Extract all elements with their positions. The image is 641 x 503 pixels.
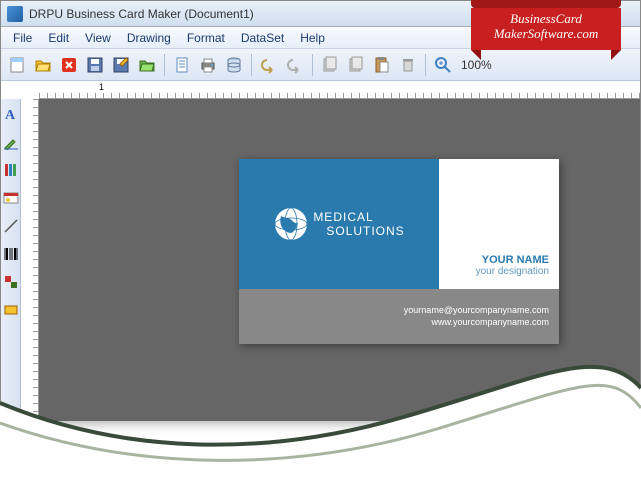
print-button[interactable]	[196, 53, 220, 77]
business-card[interactable]: MEDICAL SOLUTIONS YOUR NAME your designa…	[239, 159, 559, 344]
save-button[interactable]	[83, 53, 107, 77]
card-white-panel: YOUR NAME your designation	[439, 159, 559, 289]
new-button[interactable]	[5, 53, 29, 77]
menu-dataset[interactable]: DataSet	[233, 29, 292, 47]
workspace: A	[1, 99, 640, 421]
toolbar: 100%	[1, 49, 640, 81]
separator	[425, 54, 426, 76]
card-title: MEDICAL SOLUTIONS	[313, 210, 404, 239]
separator	[164, 54, 165, 76]
paste-button[interactable]	[370, 53, 394, 77]
open-button[interactable]	[31, 53, 55, 77]
canvas[interactable]: MEDICAL SOLUTIONS YOUR NAME your designa…	[39, 99, 640, 421]
tool-sidebar: A	[1, 99, 21, 421]
library-tool[interactable]	[2, 161, 20, 179]
card-email: yourname@yourcompanyname.com	[404, 305, 549, 317]
text-tool[interactable]: A	[2, 105, 20, 123]
line-tool[interactable]	[2, 217, 20, 235]
card-name: YOUR NAME	[482, 254, 549, 266]
edit-button[interactable]	[109, 53, 133, 77]
app-icon	[7, 6, 23, 22]
menu-view[interactable]: View	[77, 29, 119, 47]
globe-icon	[273, 206, 309, 242]
barcode-tool[interactable]	[2, 245, 20, 263]
card-footer: yourname@yourcompanyname.com www.yourcom…	[239, 289, 559, 344]
menu-help[interactable]: Help	[292, 29, 333, 47]
undo-button[interactable]	[257, 53, 281, 77]
window-title: DRPU Business Card Maker (Document1)	[29, 7, 254, 21]
menu-file[interactable]: File	[5, 29, 40, 47]
menu-edit[interactable]: Edit	[40, 29, 77, 47]
shape-tool[interactable]	[2, 273, 20, 291]
database-button[interactable]	[222, 53, 246, 77]
separator	[312, 54, 313, 76]
zoom-button[interactable]	[431, 53, 455, 77]
open-folder-button[interactable]	[135, 53, 159, 77]
svg-text:A: A	[5, 108, 16, 122]
card-website: www.yourcompanyname.com	[431, 317, 549, 329]
pen-tool[interactable]	[2, 133, 20, 151]
card-blue-panel: MEDICAL SOLUTIONS	[239, 159, 439, 289]
delete-button[interactable]	[396, 53, 420, 77]
redo-button[interactable]	[283, 53, 307, 77]
vertical-ruler	[21, 99, 39, 421]
document-button[interactable]	[170, 53, 194, 77]
app-window: DRPU Business Card Maker (Document1) Fil…	[0, 0, 641, 420]
copy-button[interactable]	[344, 53, 368, 77]
cut-button[interactable]	[318, 53, 342, 77]
menu-drawing[interactable]: Drawing	[119, 29, 179, 47]
rect-tool[interactable]	[2, 301, 20, 319]
horizontal-ruler	[39, 81, 640, 99]
close-button[interactable]	[57, 53, 81, 77]
card-designation: your designation	[476, 266, 549, 277]
promo-ribbon: BusinessCard MakerSoftware.com	[471, 0, 621, 52]
separator	[251, 54, 252, 76]
menu-format[interactable]: Format	[179, 29, 233, 47]
image-tool[interactable]	[2, 189, 20, 207]
